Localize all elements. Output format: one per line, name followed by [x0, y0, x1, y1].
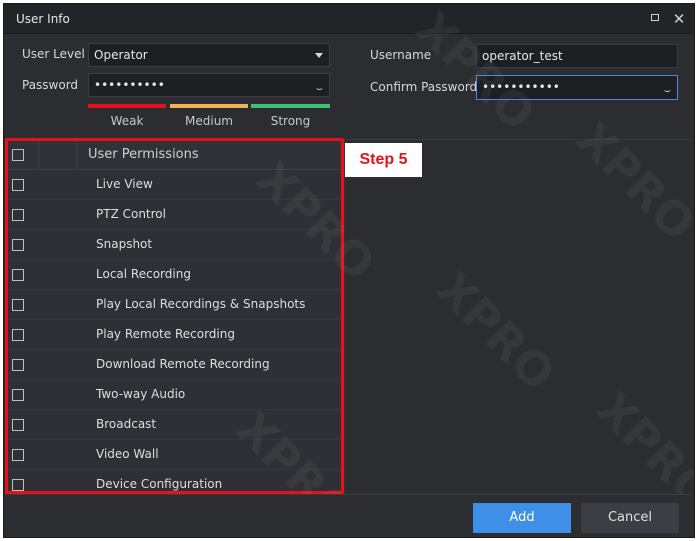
title-bar: User Info ✕ [4, 4, 694, 34]
permission-row[interactable]: Two-way Audio [6, 380, 346, 410]
select-all-checkbox[interactable] [12, 149, 24, 161]
permission-checkbox[interactable] [12, 269, 24, 281]
permission-row[interactable]: Device Configuration [6, 470, 346, 496]
permission-row[interactable]: PTZ Control [6, 200, 346, 230]
permissions-list: Live View PTZ Control Snapshot Local Record… [6, 170, 346, 496]
confirm-password-label: Confirm Password [370, 80, 478, 94]
username-value: operator_test [482, 49, 563, 63]
permission-row[interactable]: Local Recording [6, 260, 346, 290]
user-level-label: User Level [22, 47, 85, 61]
permission-checkbox[interactable] [12, 329, 24, 341]
permission-label: Device Configuration [96, 477, 223, 491]
permission-row[interactable]: Broadcast [6, 410, 346, 440]
maximize-icon[interactable] [646, 9, 666, 29]
permission-checkbox[interactable] [12, 449, 24, 461]
permission-checkbox[interactable] [12, 419, 24, 431]
permission-row[interactable]: Live View [6, 170, 346, 200]
permission-label: Video Wall [96, 447, 159, 461]
permissions-table: User Permissions Live View PTZ Control Sna… [6, 140, 346, 496]
chevron-down-icon [315, 53, 323, 58]
eye-closed-icon[interactable]: ⌣ [664, 80, 671, 102]
watermark: XPRO [425, 261, 566, 401]
permission-checkbox[interactable] [12, 209, 24, 221]
permission-label: Two-way Audio [96, 387, 186, 401]
permission-label: Local Recording [96, 267, 191, 281]
username-label: Username [370, 48, 432, 62]
permission-label: PTZ Control [96, 207, 166, 221]
permission-row[interactable]: Video Wall [6, 440, 346, 470]
user-info-dialog: User Info ✕ User Level Operator Password… [3, 3, 695, 538]
watermark: XPRO [565, 111, 695, 251]
add-button[interactable]: Add [473, 503, 571, 533]
permission-checkbox[interactable] [12, 359, 24, 371]
user-level-select[interactable]: Operator [88, 43, 330, 67]
close-icon[interactable]: ✕ [669, 9, 689, 29]
permission-row[interactable]: Play Remote Recording [6, 320, 346, 350]
strength-label-weak: Weak [110, 114, 144, 128]
strength-label-strong: Strong [270, 114, 311, 128]
permission-row[interactable]: Download Remote Recording [6, 350, 346, 380]
permission-checkbox[interactable] [12, 179, 24, 191]
permission-checkbox[interactable] [12, 479, 24, 491]
password-input[interactable]: •••••••••• ⌣ [88, 73, 330, 97]
permission-label: Live View [96, 177, 153, 191]
password-value: •••••••••• [94, 78, 165, 92]
user-level-value: Operator [94, 48, 148, 62]
strength-bar-medium [170, 104, 248, 108]
column-divider [38, 140, 39, 170]
strength-label-medium: Medium [185, 114, 233, 128]
permission-label: Broadcast [96, 417, 157, 431]
strength-bar-weak [88, 104, 166, 108]
permission-label: Snapshot [96, 237, 153, 251]
cancel-button[interactable]: Cancel [581, 503, 679, 533]
strength-bar-strong [251, 104, 330, 108]
permission-row[interactable]: Snapshot [6, 230, 346, 260]
column-divider [76, 140, 77, 170]
password-label: Password [22, 78, 79, 92]
confirm-password-value: ••••••••••• [482, 80, 560, 94]
permission-row[interactable]: Play Local Recordings & Snapshots [6, 290, 346, 320]
permission-checkbox[interactable] [12, 239, 24, 251]
confirm-password-input[interactable]: ••••••••••• ⌣ [476, 75, 678, 100]
permission-label: Play Local Recordings & Snapshots [96, 297, 306, 311]
eye-closed-icon[interactable]: ⌣ [316, 78, 323, 100]
permissions-scrollbar[interactable] [341, 140, 346, 496]
permission-checkbox[interactable] [12, 389, 24, 401]
step-label: Step 5 [345, 143, 422, 177]
permission-checkbox[interactable] [12, 299, 24, 311]
permissions-header-row: User Permissions [6, 140, 346, 170]
permission-label: Play Remote Recording [96, 327, 235, 341]
window-title: User Info [16, 12, 70, 26]
permission-label: Download Remote Recording [96, 357, 270, 371]
permissions-header: User Permissions [88, 147, 199, 162]
username-input[interactable]: operator_test [476, 44, 678, 68]
